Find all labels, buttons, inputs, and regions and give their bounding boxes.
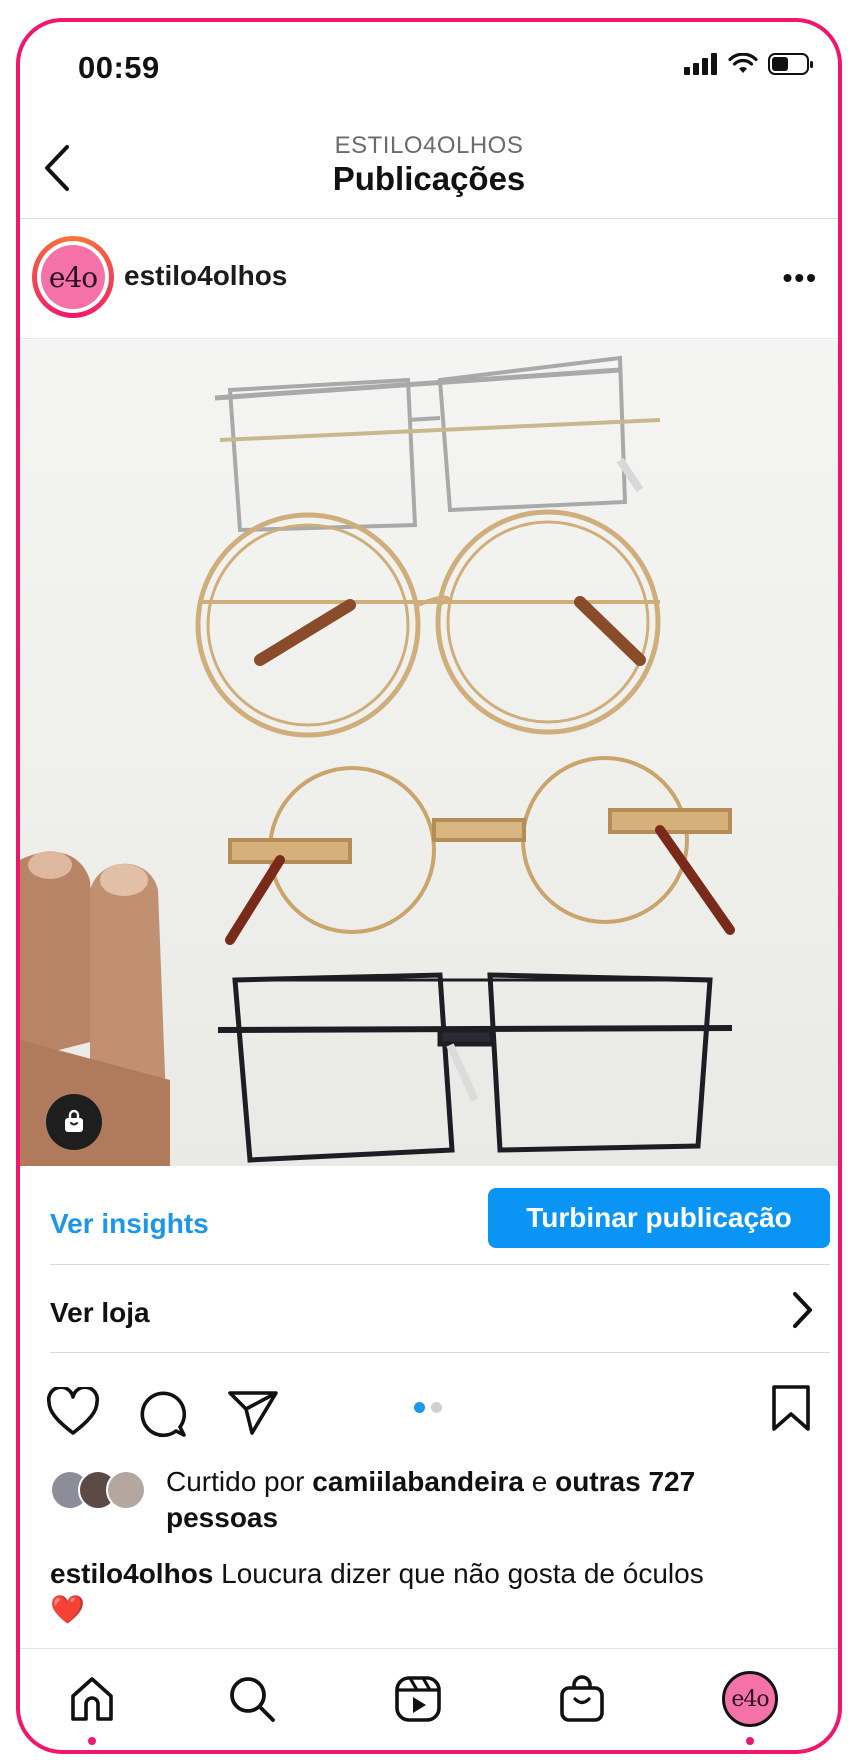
shop-icon <box>560 1675 604 1722</box>
glasses-black <box>217 972 733 1163</box>
carousel-indicator <box>414 1402 442 1413</box>
shopping-bag-icon <box>65 1109 83 1132</box>
chevron-right-icon[interactable] <box>790 1290 814 1335</box>
post-caption: estilo4olhos Loucura dizer que não gosta… <box>50 1556 820 1628</box>
nav-search[interactable] <box>224 1671 280 1727</box>
carousel-dot <box>431 1402 442 1413</box>
post-image[interactable] <box>20 340 838 1166</box>
glasses-silver <box>214 355 661 533</box>
reels-icon <box>395 1676 441 1722</box>
home-icon <box>71 1677 113 1721</box>
avatar-logo: e4o <box>41 245 105 309</box>
nav-notification-dot <box>746 1737 754 1745</box>
phone-frame: 00:59 ESTILO4OLHOS Publicações e4o estil… <box>16 18 842 1754</box>
page-title: Publicações <box>332 160 526 197</box>
header-account: ESTILO4OLHOS <box>334 132 524 159</box>
nav-shop[interactable] <box>554 1671 610 1727</box>
status-icons <box>684 52 814 76</box>
boost-post-button[interactable]: Turbinar publicação <box>488 1188 830 1248</box>
glasses-illustration <box>20 355 735 1166</box>
boost-divider <box>50 1264 830 1265</box>
bottom-navigation: e4o <box>20 1648 838 1750</box>
header-divider <box>20 218 838 219</box>
nav-notification-dot <box>88 1737 96 1745</box>
caption-username[interactable]: estilo4olhos <box>50 1558 213 1589</box>
likes-summary[interactable]: Curtido por camiilabandeira e outras 727… <box>166 1464 806 1536</box>
post-header-divider <box>20 338 838 339</box>
liker-username[interactable]: camiilabandeira <box>312 1466 524 1497</box>
share-send-icon[interactable] <box>226 1387 280 1437</box>
caption-text: Loucura dizer que não gosta de óculos <box>213 1558 704 1589</box>
status-time: 00:59 <box>78 50 160 85</box>
battery-icon <box>768 53 813 75</box>
post-username[interactable]: estilo4olhos <box>124 260 287 292</box>
more-options-button[interactable]: ••• <box>783 262 818 294</box>
save-bookmark-icon[interactable] <box>770 1384 812 1437</box>
liker-avatar <box>106 1470 146 1510</box>
shop-divider <box>50 1352 830 1353</box>
nav-home[interactable] <box>64 1671 120 1745</box>
wifi-icon <box>728 53 758 73</box>
nav-profile[interactable]: e4o <box>720 1669 780 1745</box>
heart-emoji: ❤️ <box>50 1594 85 1625</box>
nav-reels[interactable] <box>390 1671 446 1727</box>
like-heart-icon[interactable] <box>46 1387 100 1437</box>
profile-avatar: e4o <box>722 1671 778 1727</box>
glasses-gold-round <box>195 509 661 738</box>
signal-icon <box>684 53 717 75</box>
post-avatar[interactable]: e4o <box>32 236 114 318</box>
comment-icon[interactable] <box>136 1387 188 1439</box>
product-tag-button[interactable] <box>46 1094 102 1150</box>
view-shop-link[interactable]: Ver loja <box>50 1297 150 1329</box>
liker-avatars[interactable] <box>50 1470 146 1510</box>
search-icon <box>230 1677 275 1722</box>
insights-link[interactable]: Ver insights <box>50 1208 209 1240</box>
glasses-steampunk <box>225 756 735 945</box>
carousel-dot-active <box>414 1402 425 1413</box>
